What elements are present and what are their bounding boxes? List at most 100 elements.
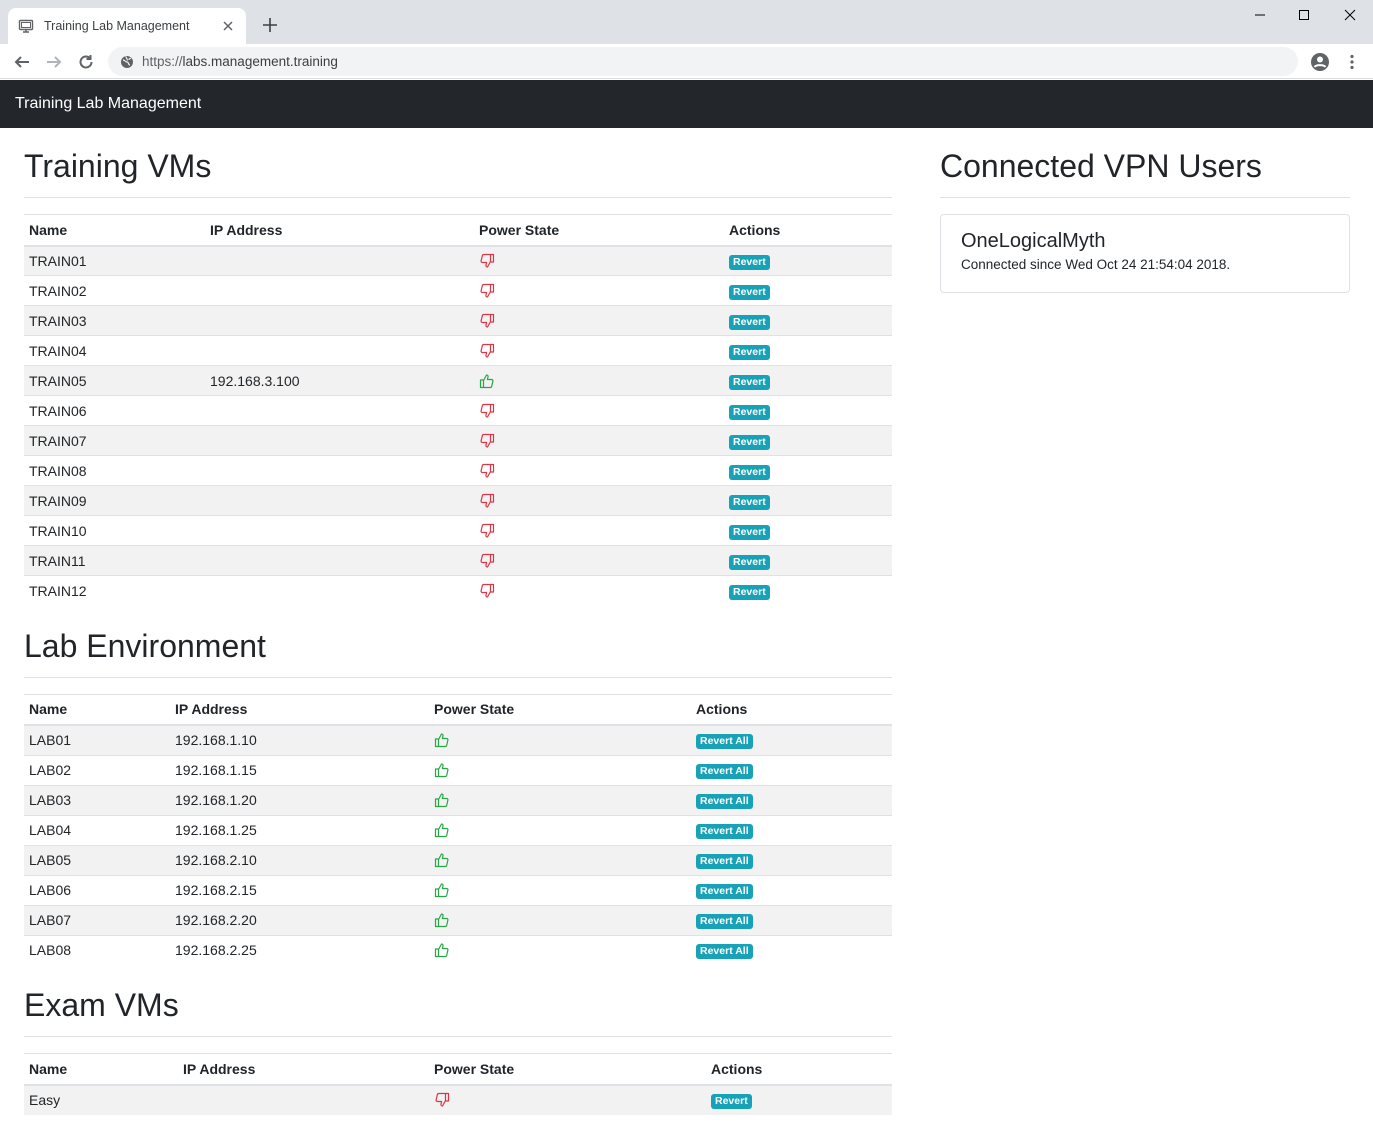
vpn-user-name: OneLogicalMyth xyxy=(961,230,1106,252)
forward-arrow-icon[interactable] xyxy=(41,49,67,75)
minimize-icon[interactable] xyxy=(1237,0,1283,30)
vm-name: TRAIN03 xyxy=(24,305,205,336)
table-row: TRAIN12 Revert xyxy=(24,575,892,606)
table-row: TRAIN10 Revert xyxy=(24,515,892,546)
table-row: LAB06 192.168.2.15 Revert All xyxy=(24,874,892,905)
revert-all-button[interactable]: Revert All xyxy=(696,914,753,929)
thumbs-up-icon xyxy=(434,912,686,928)
back-arrow-icon[interactable] xyxy=(9,49,35,75)
thumbs-up-icon xyxy=(434,822,686,838)
thumbs-down-icon xyxy=(479,493,719,509)
column-header-power: Power State xyxy=(429,1053,706,1086)
revert-all-button[interactable]: Revert All xyxy=(696,734,753,750)
column-header-actions: Actions xyxy=(706,1053,892,1086)
revert-button[interactable]: Revert xyxy=(729,314,770,330)
revert-button[interactable]: Revert xyxy=(729,434,770,450)
vm-name: TRAIN04 xyxy=(24,335,205,366)
exam-vms-table: Name IP Address Power State Actions Easy… xyxy=(24,1053,892,1115)
vm-ip-address xyxy=(205,335,474,366)
table-header-row: Name IP Address Power State Actions xyxy=(24,1053,892,1086)
power-state xyxy=(474,395,724,426)
revert-button[interactable]: Revert xyxy=(729,344,770,360)
vm-ip-address: 192.168.3.100 xyxy=(205,365,474,396)
actions-cell: Revert xyxy=(724,575,892,606)
navbar-brand[interactable]: Training Lab Management xyxy=(15,95,201,113)
table-row: LAB02 192.168.1.15 Revert All xyxy=(24,754,892,785)
power-state xyxy=(429,814,691,845)
actions-cell: Revert xyxy=(724,485,892,516)
vm-ip-address: 192.168.2.10 xyxy=(170,844,429,875)
thumbs-up-icon xyxy=(434,732,686,748)
power-state xyxy=(429,934,691,965)
vm-name: LAB04 xyxy=(24,814,170,845)
reload-icon[interactable] xyxy=(73,49,99,75)
new-tab-icon[interactable] xyxy=(259,14,281,36)
actions-cell: Revert xyxy=(724,455,892,486)
table-row: TRAIN06 Revert xyxy=(24,395,892,426)
vm-ip-address: 192.168.1.20 xyxy=(170,784,429,815)
vm-ip-address: 192.168.1.25 xyxy=(170,814,429,845)
table-row: TRAIN02 Revert xyxy=(24,275,892,306)
revert-all-button[interactable]: Revert All xyxy=(696,824,753,839)
revert-button[interactable]: Revert xyxy=(729,554,770,570)
table-row: LAB01 192.168.1.10 Revert All xyxy=(24,725,892,755)
column-header-ip: IP Address xyxy=(170,693,429,726)
actions-cell: Revert xyxy=(724,395,892,426)
revert-all-button[interactable]: Revert All xyxy=(696,854,753,869)
main-column: Training VMs Name IP Address Power State… xyxy=(24,128,892,1115)
power-state xyxy=(474,515,724,546)
profile-icon[interactable] xyxy=(1307,49,1333,75)
actions-cell: Revert xyxy=(724,365,892,396)
address-bar[interactable]: https://labs.management.training xyxy=(108,47,1298,76)
revert-button[interactable]: Revert xyxy=(729,254,770,270)
menu-kebab-icon[interactable] xyxy=(1339,49,1365,75)
column-header-name: Name xyxy=(24,693,170,726)
vm-ip-address xyxy=(205,305,474,336)
vm-name: TRAIN05 xyxy=(24,365,205,396)
power-state xyxy=(474,455,724,486)
vm-name: TRAIN06 xyxy=(24,395,205,426)
vm-name: LAB08 xyxy=(24,934,170,965)
column-header-power: Power State xyxy=(429,693,691,726)
thumbs-up-icon xyxy=(434,792,686,808)
revert-button[interactable]: Revert xyxy=(729,404,770,420)
revert-button[interactable]: Revert xyxy=(729,464,770,480)
actions-cell: Revert xyxy=(724,545,892,576)
table-row: TRAIN11 Revert xyxy=(24,545,892,576)
revert-all-button[interactable]: Revert All xyxy=(696,884,753,899)
revert-button[interactable]: Revert xyxy=(729,494,770,510)
vm-name: TRAIN12 xyxy=(24,575,205,606)
window-close-icon[interactable] xyxy=(1327,0,1373,30)
actions-cell: Revert xyxy=(724,275,892,306)
table-row: TRAIN01 Revert xyxy=(24,245,892,276)
vm-ip-address xyxy=(205,425,474,456)
revert-all-button[interactable]: Revert All xyxy=(696,794,753,809)
browser-toolbar: https://labs.management.training xyxy=(0,44,1373,79)
exam-vms-title: Exam VMs xyxy=(24,967,892,1037)
browser-tab[interactable]: Training Lab Management xyxy=(8,8,246,44)
actions-cell: Revert All xyxy=(691,844,892,875)
revert-button[interactable]: Revert xyxy=(729,374,770,390)
power-state xyxy=(474,365,724,396)
revert-button[interactable]: Revert xyxy=(711,1094,752,1109)
revert-button[interactable]: Revert xyxy=(729,584,770,600)
actions-cell: Revert All xyxy=(691,934,892,965)
revert-button[interactable]: Revert xyxy=(729,284,770,300)
table-row: TRAIN07 Revert xyxy=(24,425,892,456)
thumbs-down-icon xyxy=(479,403,719,419)
revert-button[interactable]: Revert xyxy=(729,524,770,540)
vm-ip-address xyxy=(205,455,474,486)
revert-all-button[interactable]: Revert All xyxy=(696,764,753,779)
revert-all-button[interactable]: Revert All xyxy=(696,944,753,960)
thumbs-up-icon xyxy=(479,373,719,389)
actions-cell: Revert All xyxy=(691,754,892,785)
power-state xyxy=(474,335,724,366)
column-header-actions: Actions xyxy=(691,693,892,726)
close-tab-icon[interactable] xyxy=(220,18,236,34)
vm-name: LAB06 xyxy=(24,874,170,905)
lab-environment-table: Name IP Address Power State Actions LAB0… xyxy=(24,693,892,965)
power-state xyxy=(474,545,724,576)
actions-cell: Revert xyxy=(706,1084,892,1115)
table-row: TRAIN08 Revert xyxy=(24,455,892,486)
maximize-icon[interactable] xyxy=(1281,0,1327,30)
